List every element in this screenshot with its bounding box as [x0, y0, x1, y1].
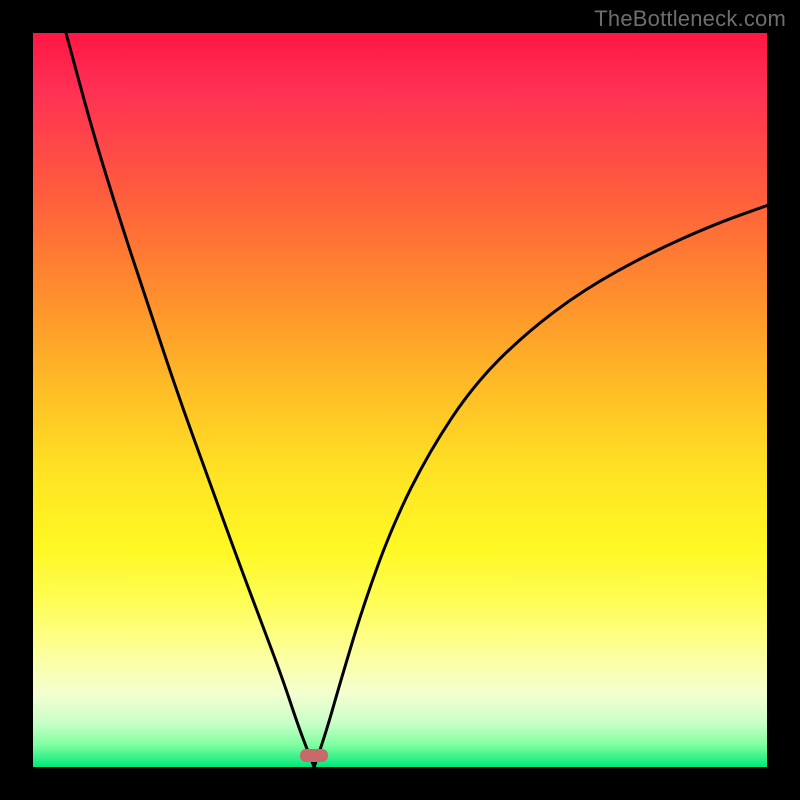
- plot-area: [33, 33, 767, 767]
- watermark-text: TheBottleneck.com: [594, 6, 786, 32]
- bottleneck-curve: [33, 33, 767, 767]
- chart-frame: TheBottleneck.com: [0, 0, 800, 800]
- curve-path: [66, 33, 767, 767]
- minimum-marker: [300, 749, 328, 762]
